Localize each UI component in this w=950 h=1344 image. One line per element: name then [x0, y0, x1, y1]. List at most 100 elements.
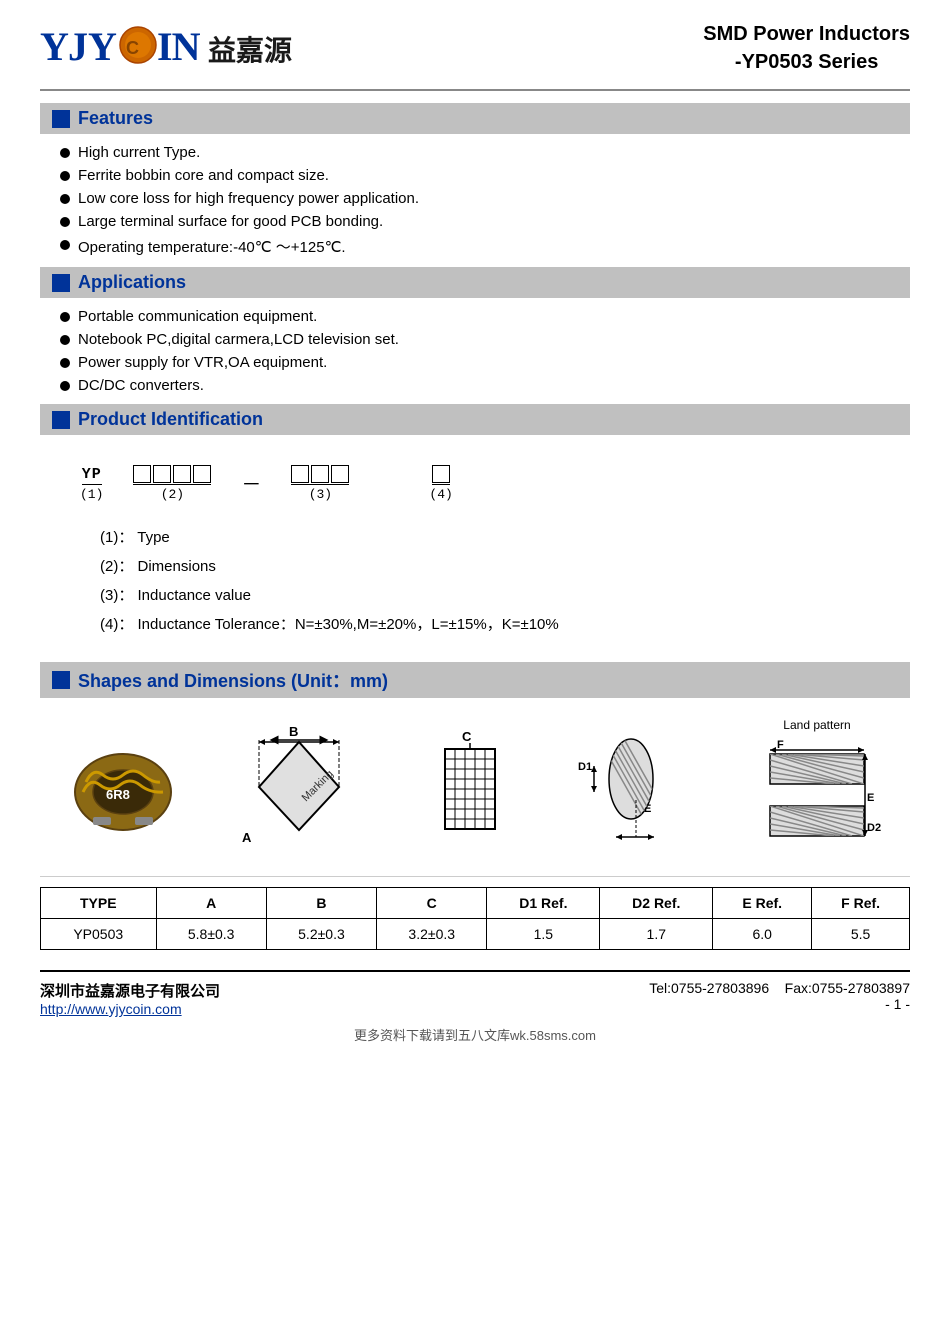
box	[173, 465, 191, 483]
land-pattern-diagram: Land pattern F E D2	[752, 718, 882, 856]
col-d1: D1 Ref.	[487, 888, 600, 919]
svg-text:IN: IN	[157, 24, 200, 69]
cell-d1: 1.5	[487, 919, 600, 950]
box	[153, 465, 171, 483]
page-number: - 1 -	[649, 996, 910, 1012]
cell-d2: 1.7	[600, 919, 713, 950]
website-link[interactable]: http://www.yjycoin.com	[40, 1001, 220, 1017]
prod-num-4: (4)	[429, 487, 452, 502]
col-d2: D2 Ref.	[600, 888, 713, 919]
svg-text:C: C	[126, 38, 139, 58]
diamond-diagram: B A Marking	[234, 722, 364, 852]
shapes-section: 6R8 B A Marking	[40, 708, 910, 950]
applications-header: Applications	[40, 267, 910, 298]
cell-a: 5.8±0.3	[156, 919, 266, 950]
footer-left: 深圳市益嘉源电子有限公司 http://www.yjycoin.com	[40, 980, 220, 1017]
logo-area: Y J Y C IN 益嘉源	[40, 20, 292, 77]
list-item: Portable communication equipment.	[60, 308, 910, 325]
table-row: YP0503 5.8±0.3 5.2±0.3 3.2±0.3 1.5 1.7 6…	[41, 919, 910, 950]
box	[311, 465, 329, 483]
list-item: Large terminal surface for good PCB bond…	[60, 213, 910, 230]
box	[133, 465, 151, 483]
product-id-icon	[52, 411, 70, 429]
prod-part-1: YP (1)	[80, 466, 103, 502]
prod-prefix: YP	[82, 466, 102, 485]
svg-text:Y: Y	[88, 24, 117, 69]
download-note: 更多资料下载请到五八文库wk.58sms.com	[40, 1025, 910, 1044]
inductor-photo: 6R8	[68, 737, 178, 837]
features-list: High current Type. Ferrite bobbin core a…	[60, 144, 910, 257]
cell-b: 5.2±0.3	[266, 919, 376, 950]
product-id-diagram: YP (1) (2) － (3)	[80, 465, 870, 502]
page-footer: 深圳市益嘉源电子有限公司 http://www.yjycoin.com Tel:…	[40, 970, 910, 1017]
company-name: 深圳市益嘉源电子有限公司	[40, 980, 220, 1001]
features-icon	[52, 110, 70, 128]
bullet-dot	[60, 194, 70, 204]
list-item: (1)： Type	[100, 526, 870, 547]
bullet-dot	[60, 240, 70, 250]
svg-text:D1: D1	[578, 761, 592, 773]
shapes-icon	[52, 671, 70, 689]
svg-text:Y: Y	[40, 24, 69, 69]
prod-num-3: (3)	[309, 487, 332, 502]
applications-label: Applications	[78, 272, 186, 293]
prod-num-1: (1)	[80, 487, 103, 502]
product-id-header: Product Identification	[40, 404, 910, 435]
applications-list: Portable communication equipment. Notebo…	[60, 308, 910, 394]
prod-boxes-4	[432, 465, 450, 485]
page-title: SMD Power Inductors -YP0503 Series	[703, 20, 910, 76]
list-item: Ferrite bobbin core and compact size.	[60, 167, 910, 184]
table-header-row: TYPE A B C D1 Ref. D2 Ref. E Ref. F Ref.	[41, 888, 910, 919]
shapes-label: Shapes and Dimensions (Unit：mm)	[78, 667, 388, 693]
col-b: B	[266, 888, 376, 919]
svg-text:D2: D2	[867, 822, 881, 834]
box	[291, 465, 309, 483]
bullet-dot	[60, 312, 70, 322]
cell-c: 3.2±0.3	[377, 919, 487, 950]
list-item: DC/DC converters.	[60, 377, 910, 394]
product-id-diagram-area: YP (1) (2) － (3)	[40, 445, 910, 662]
box	[432, 465, 450, 483]
list-item: Power supply for VTR,OA equipment.	[60, 354, 910, 371]
land-pattern-label: Land pattern	[783, 718, 850, 732]
list-item: Low core loss for high frequency power a…	[60, 190, 910, 207]
list-item: High current Type.	[60, 144, 910, 161]
bullet-dot	[60, 171, 70, 181]
cell-f: 5.5	[812, 919, 910, 950]
svg-text:F: F	[777, 739, 784, 751]
product-id-label: Product Identification	[78, 409, 263, 430]
bullet-dot	[60, 358, 70, 368]
col-type: TYPE	[41, 888, 157, 919]
side-view-diagram: D1 E	[576, 722, 696, 852]
features-label: Features	[78, 108, 153, 129]
col-e: E Ref.	[713, 888, 812, 919]
prod-part-3: (3)	[291, 465, 349, 502]
list-item: Operating temperature:-40℃ ～+125℃.	[60, 236, 910, 257]
col-f: F Ref.	[812, 888, 910, 919]
cell-type: YP0503	[41, 919, 157, 950]
applications-icon	[52, 274, 70, 292]
prod-boxes-2	[133, 465, 211, 485]
list-item: (3)： Inductance value	[100, 584, 870, 605]
svg-text:6R8: 6R8	[106, 787, 130, 802]
logo-graphic: Y J Y C IN	[40, 20, 200, 77]
box	[193, 465, 211, 483]
cell-e: 6.0	[713, 919, 812, 950]
svg-text:J: J	[68, 24, 87, 69]
svg-text:C: C	[462, 729, 472, 744]
prod-part-2: (2)	[133, 465, 211, 502]
page-header: Y J Y C IN 益嘉源 SMD Power Inductors -YP05…	[40, 20, 910, 91]
bullet-dot	[60, 148, 70, 158]
list-item: (4)： Inductance Tolerance：N=±30%,M=±20%，…	[100, 613, 870, 634]
bullet-dot	[60, 381, 70, 391]
box	[331, 465, 349, 483]
shapes-diagrams: 6R8 B A Marking	[40, 708, 910, 877]
svg-text:E: E	[867, 792, 874, 804]
cross-section-diagram: C	[420, 727, 520, 847]
bullet-dot	[60, 335, 70, 345]
tel-fax: Tel:0755-27803896 Fax:0755-27803897	[649, 980, 910, 996]
svg-text:A: A	[242, 830, 252, 845]
list-item: Notebook PC,digital carmera,LCD televisi…	[60, 331, 910, 348]
features-header: Features	[40, 103, 910, 134]
col-c: C	[377, 888, 487, 919]
